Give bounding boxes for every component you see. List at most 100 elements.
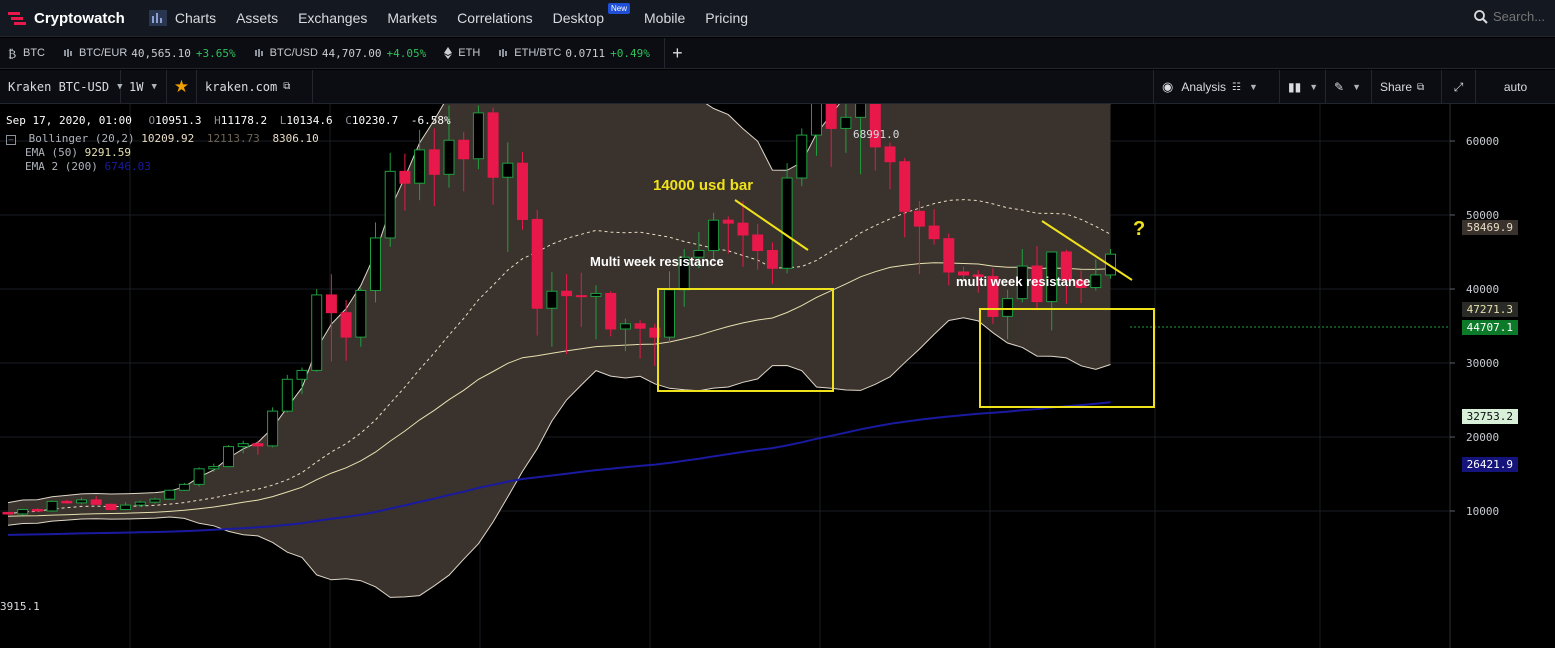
candle xyxy=(46,500,58,512)
scale-mode-label: auto xyxy=(1503,80,1528,94)
ticker-bar: ₿ BTC BTC/EUR 40,565.10 +3.65% BTC/USD 4… xyxy=(0,38,1555,69)
fullscreen-button[interactable]: ⤢ xyxy=(1441,70,1475,104)
candle-body xyxy=(781,177,793,269)
candle-body xyxy=(605,292,617,330)
open-value: 10951.3 xyxy=(155,114,202,127)
bollinger-value-upper: 12113.73 xyxy=(206,132,260,145)
ticker-btc-eur[interactable]: BTC/EUR 40,565.10 +3.65% xyxy=(63,47,236,60)
price-tick-label: 20000 xyxy=(1466,431,1499,444)
ohlc-row: Sep 17, 2020, 01:00 O10951.3 H11178.2 L1… xyxy=(6,114,451,128)
nav-item-assets[interactable]: Assets xyxy=(236,10,278,26)
add-tab-button[interactable]: + xyxy=(663,38,690,68)
ticker-eth-btc[interactable]: ETH/BTC 0.0711 +0.49% xyxy=(498,47,650,60)
candle-body xyxy=(766,250,778,269)
high-label: H xyxy=(214,114,221,127)
close-value: 10230.7 xyxy=(351,114,399,127)
nav-item-exchanges[interactable]: Exchanges xyxy=(298,10,367,26)
nav-item-charts[interactable]: Charts xyxy=(175,10,216,26)
candle xyxy=(311,289,323,372)
chevron-down-icon: ▼ xyxy=(1309,82,1319,92)
search-input[interactable] xyxy=(1493,9,1549,24)
candle xyxy=(267,407,279,448)
ticker-btc[interactable]: ₿ BTC xyxy=(8,47,45,59)
candle-body xyxy=(193,468,205,485)
chevron-down-icon: ▼ xyxy=(1249,82,1258,92)
ema50-value: 9291.59 xyxy=(84,146,131,159)
scale-mode-button[interactable]: auto xyxy=(1475,70,1555,104)
candle-body xyxy=(752,234,764,252)
candle-body xyxy=(487,112,499,178)
favorite-button[interactable]: ★ xyxy=(167,69,197,104)
candle-body xyxy=(370,237,381,291)
nav-item-mobile[interactable]: Mobile xyxy=(644,10,685,26)
candle-body xyxy=(1090,274,1102,289)
candle-body xyxy=(281,378,293,412)
nav-charts[interactable]: Charts xyxy=(148,10,216,26)
pencil-icon: ✎ xyxy=(1334,80,1345,94)
chart-type-button[interactable]: ▮▮ ▼ xyxy=(1279,70,1325,104)
market-select[interactable]: Kraken BTC-USD ▼ xyxy=(0,69,123,104)
interval-select[interactable]: 1W ▼ xyxy=(121,69,167,104)
new-badge: New xyxy=(608,3,631,14)
nav-item-desktop[interactable]: Desktop New xyxy=(552,3,631,26)
ema200-name: EMA 2 (200) xyxy=(25,160,98,173)
exchange-link[interactable]: kraken.com ⧉ xyxy=(197,69,313,104)
candlestick-icon: ▮▮ xyxy=(1288,80,1302,94)
candle-body xyxy=(325,294,337,314)
analysis-button[interactable]: ◉ Analysis ☷ ▼ xyxy=(1153,70,1279,104)
candle-body xyxy=(664,289,675,338)
ema200-legend[interactable]: EMA 2 (200) 6746.03 xyxy=(25,160,451,174)
candle-body xyxy=(355,289,367,338)
chart-area[interactable]: 10000200003000040000500006000070000 Sep … xyxy=(0,104,1555,648)
bollinger-legend[interactable]: – Bollinger (20,2) 10209.92 12113.73 830… xyxy=(6,132,451,146)
ath-label: 68991.0 xyxy=(853,128,900,141)
bollinger-value-mid: 10209.92 xyxy=(141,132,195,145)
annotation-question: ? xyxy=(1133,218,1146,240)
candles-icon xyxy=(254,49,263,57)
cryptowatch-logo-icon xyxy=(8,12,26,25)
ema50-legend[interactable]: EMA (50) 9291.59 xyxy=(25,146,451,160)
price-tick-label: 10000 xyxy=(1466,505,1499,518)
ema50-price-label: 47271.3 xyxy=(1461,302,1518,317)
candle-body xyxy=(458,139,470,160)
chevron-down-icon: ▼ xyxy=(1352,82,1361,92)
brand-logo[interactable]: Cryptowatch xyxy=(8,10,125,27)
change-value: -6.58% xyxy=(410,114,451,127)
plus-icon: + xyxy=(672,42,683,63)
candle-body xyxy=(237,443,249,448)
price-chart[interactable]: 10000200003000040000500006000070000 xyxy=(0,104,1555,648)
bollinger-value-lower: 8306.10 xyxy=(272,132,319,145)
candle-body xyxy=(561,290,573,297)
annotation-resistance-2: multi week resistance xyxy=(956,274,1091,289)
candle-body xyxy=(517,162,528,220)
candle-body xyxy=(17,509,29,515)
sliders-icon: ☷ xyxy=(1232,81,1241,93)
candle-body xyxy=(178,483,190,491)
candle-body xyxy=(1002,298,1014,317)
candle-body xyxy=(2,511,14,515)
candle xyxy=(17,508,29,516)
share-label: Share xyxy=(1380,80,1413,94)
draw-tool-button[interactable]: ✎ ▼ xyxy=(1325,70,1371,104)
candle-body xyxy=(634,323,646,329)
candle-body xyxy=(502,162,514,178)
candle-body xyxy=(252,443,264,447)
interval-select-label: 1W xyxy=(129,79,144,94)
nav-item-pricing[interactable]: Pricing xyxy=(705,10,748,26)
candle-body xyxy=(296,369,308,380)
ema50-name: EMA (50) xyxy=(25,146,78,159)
market-select-label: Kraken BTC-USD xyxy=(8,79,110,94)
annotation-resistance-1: Multi week resistance xyxy=(590,254,724,269)
search[interactable] xyxy=(1474,9,1549,24)
high-value: 11178.2 xyxy=(220,114,268,127)
nav-item-correlations[interactable]: Correlations xyxy=(457,10,532,26)
candle-body xyxy=(472,112,484,160)
share-button[interactable]: Share ⧉ xyxy=(1371,70,1441,104)
nav-item-markets[interactable]: Markets xyxy=(387,10,437,26)
ticker-btc-usd[interactable]: BTC/USD 44,707.00 +4.05% xyxy=(254,47,426,60)
collapse-icon[interactable]: – xyxy=(6,135,16,145)
candle xyxy=(223,445,234,468)
ticker-eth[interactable]: ETH xyxy=(444,47,480,59)
ticker-symbol: ETH/BTC xyxy=(514,47,562,59)
nav-item-desktop-label: Desktop xyxy=(552,10,605,26)
